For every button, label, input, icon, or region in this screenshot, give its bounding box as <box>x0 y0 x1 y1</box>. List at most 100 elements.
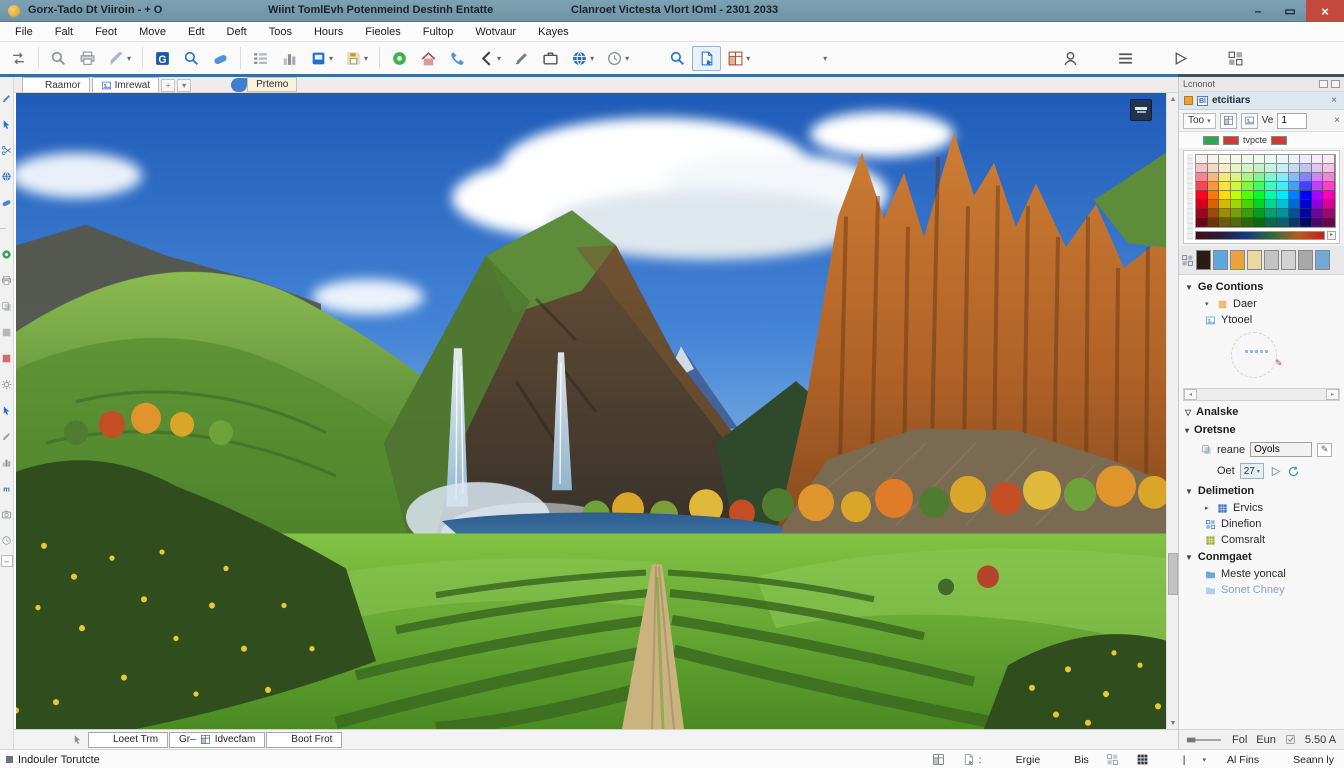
palette-cell[interactable] <box>1265 173 1277 182</box>
section-conmgaet[interactable]: ▼ Conmgaet <box>1179 548 1344 566</box>
palette-cell[interactable] <box>1312 155 1324 164</box>
palette-cell[interactable] <box>1289 155 1301 164</box>
palette-cell[interactable] <box>1323 182 1335 191</box>
palette-cell[interactable] <box>1196 200 1208 209</box>
chevron-down-icon[interactable]: ▾ <box>823 54 827 63</box>
menu-item[interactable]: Deft <box>216 24 258 40</box>
palette-cell[interactable] <box>1312 191 1324 200</box>
palette-cell[interactable] <box>1277 164 1289 173</box>
palette-cell[interactable] <box>1323 191 1335 200</box>
color-swatch[interactable] <box>1247 250 1262 270</box>
new-tab-button[interactable]: + <box>161 79 175 92</box>
tree-item[interactable]: ▾ Daer <box>1179 296 1344 312</box>
toolbar-button[interactable]: ▾ <box>472 46 507 71</box>
palette-cell[interactable] <box>1254 209 1266 218</box>
palette-cell[interactable] <box>1277 191 1289 200</box>
palette-cell[interactable] <box>1231 191 1243 200</box>
toolbar-button[interactable]: ▾ <box>536 46 565 71</box>
palette-cell[interactable] <box>1208 164 1220 173</box>
toolbar-button[interactable] <box>1221 46 1250 71</box>
palette-rail[interactable] <box>1187 154 1193 240</box>
palette-cell[interactable] <box>1312 182 1324 191</box>
palette-cell[interactable] <box>1242 155 1254 164</box>
reane-input[interactable] <box>1250 442 1312 457</box>
tool-button[interactable] <box>1 501 12 527</box>
status-item[interactable]: ▾ Seann ly <box>1276 753 1334 766</box>
palette-cell[interactable] <box>1289 218 1301 227</box>
grid-view-button[interactable] <box>1220 113 1237 129</box>
chevron-down-icon[interactable]: ▾ <box>497 54 501 63</box>
palette-cell[interactable] <box>1254 218 1266 227</box>
scroll-down-icon[interactable]: ▼ <box>1167 717 1179 729</box>
canvas-vertical-scrollbar[interactable]: ▲ ▼ <box>1166 93 1178 729</box>
palette-cell[interactable] <box>1231 182 1243 191</box>
section-oretsne[interactable]: ▾ Oretsne <box>1179 421 1344 439</box>
fol-label[interactable]: Fol <box>1232 734 1247 746</box>
palette-cell[interactable] <box>1254 191 1266 200</box>
palette-cell[interactable] <box>1289 173 1301 182</box>
palette-cell[interactable] <box>1231 200 1243 209</box>
palette-cell[interactable] <box>1242 182 1254 191</box>
palette-cell[interactable] <box>1254 155 1266 164</box>
tool-button[interactable] <box>1 397 12 423</box>
palette-cell[interactable] <box>1265 191 1277 200</box>
toolbar-button[interactable]: ▾ <box>414 46 443 71</box>
palette-cell[interactable] <box>1300 209 1312 218</box>
image-view-button[interactable] <box>1241 113 1258 129</box>
tree-item[interactable]: Comsralt <box>1179 532 1344 548</box>
color-swatch[interactable] <box>1196 250 1211 270</box>
refresh-icon[interactable] <box>1287 465 1300 478</box>
palette-cell[interactable] <box>1289 164 1301 173</box>
color-swatch[interactable] <box>1298 250 1313 270</box>
palette-cell[interactable] <box>1277 209 1289 218</box>
palette-cell[interactable] <box>1265 209 1277 218</box>
palette-cell[interactable] <box>1208 218 1220 227</box>
palette-cell[interactable] <box>1196 191 1208 200</box>
chevron-down-icon[interactable]: ▾ <box>364 54 368 63</box>
sheet-tab[interactable]: Loeet Trm <box>88 732 168 748</box>
palette-cell[interactable] <box>1323 173 1335 182</box>
palette-cell[interactable] <box>1289 182 1301 191</box>
palette-cell[interactable] <box>1323 155 1335 164</box>
palette-cell[interactable] <box>1254 182 1266 191</box>
palette-cell[interactable] <box>1208 155 1220 164</box>
scroll-left-icon[interactable]: ◂ <box>1184 389 1197 400</box>
palette-cell[interactable] <box>1254 164 1266 173</box>
collapse-triangle-icon[interactable]: ▼ <box>1185 487 1193 496</box>
palette-cell[interactable] <box>1231 218 1243 227</box>
palette-cell[interactable] <box>1196 218 1208 227</box>
palette-cell[interactable] <box>1208 182 1220 191</box>
palette-cell[interactable] <box>1312 209 1324 218</box>
toolbar-button[interactable]: ▾ <box>177 46 206 71</box>
status-item[interactable]: ▾ Ergie <box>999 753 1041 766</box>
toolbar-button[interactable]: ▾ <box>339 46 374 71</box>
palette-cell[interactable] <box>1231 173 1243 182</box>
sheet-tab[interactable]: Gr– Idvecfam <box>169 732 265 748</box>
palette-cell[interactable] <box>1323 209 1335 218</box>
toolbar-button[interactable] <box>1111 46 1140 71</box>
scroll-right-icon[interactable]: ▸ <box>1326 389 1339 400</box>
tree-item[interactable]: Dinefion <box>1179 516 1344 532</box>
tool-button[interactable] <box>1 137 12 163</box>
toolbar-button[interactable]: ▾ <box>206 46 235 71</box>
tool-button[interactable] <box>1 449 12 475</box>
image-canvas[interactable] <box>16 93 1166 729</box>
collapse-triangle-icon[interactable]: ▼ <box>1185 553 1193 562</box>
palette-cell[interactable] <box>1219 200 1231 209</box>
gradient-strip[interactable] <box>1195 231 1325 240</box>
tree-item[interactable]: Ytooel <box>1179 312 1344 328</box>
palette-cell[interactable] <box>1289 209 1301 218</box>
toolbar-button[interactable]: ▾ <box>44 46 73 71</box>
palette-cell[interactable] <box>1300 155 1312 164</box>
palette-cell[interactable] <box>1312 164 1324 173</box>
palette-cell[interactable] <box>1219 218 1231 227</box>
menu-item[interactable]: Feot <box>84 24 128 40</box>
play-icon[interactable] <box>1269 465 1282 478</box>
tool-button[interactable] <box>1 527 12 553</box>
palette-cell[interactable] <box>1277 182 1289 191</box>
palette-cell[interactable] <box>1289 200 1301 209</box>
palette-cell[interactable] <box>1242 209 1254 218</box>
palette-cell[interactable] <box>1208 191 1220 200</box>
palette-cell[interactable] <box>1219 164 1231 173</box>
toolbar-button[interactable]: ▾ <box>275 46 304 71</box>
